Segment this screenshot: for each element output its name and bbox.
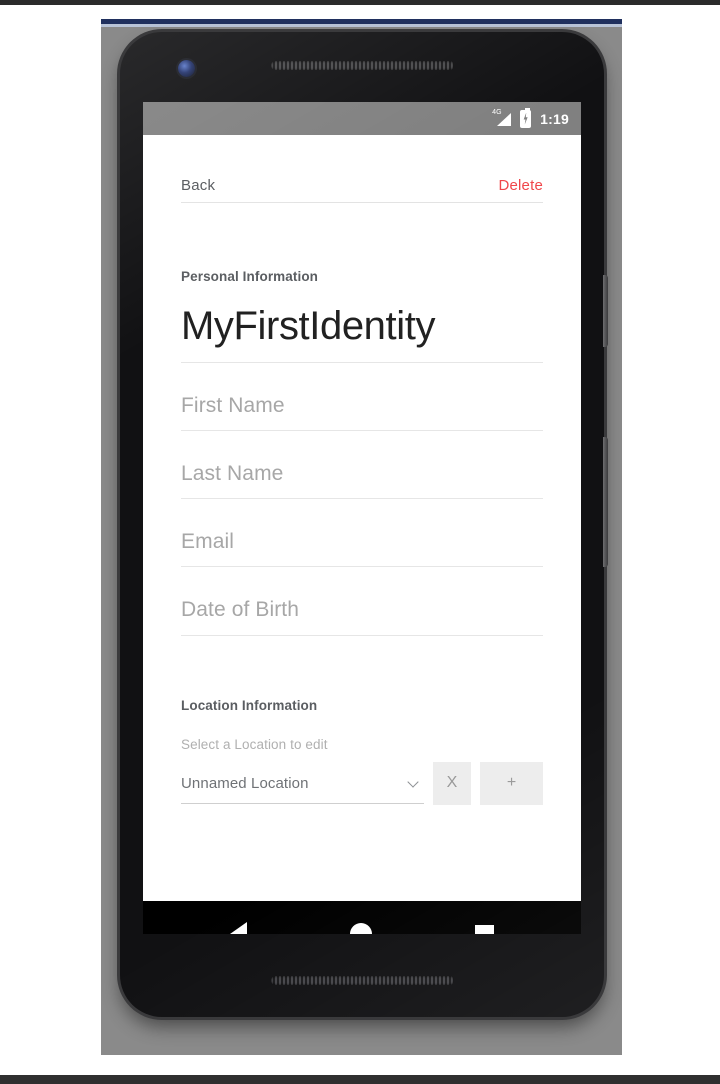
- delete-button[interactable]: Delete: [498, 177, 543, 194]
- add-location-button[interactable]: +: [480, 761, 543, 805]
- page-bottom-band: [0, 1075, 720, 1084]
- status-bar-icons: 4G 1:19: [492, 107, 569, 128]
- square-recents-icon[interactable]: [474, 924, 494, 934]
- first-name-placeholder: First Name: [181, 394, 285, 417]
- bottom-speaker-icon: [271, 976, 454, 985]
- location-help-text: Select a Location to edit: [181, 736, 328, 752]
- date-of-birth-placeholder: Date of Birth: [181, 598, 300, 622]
- battery-bolt: [523, 112, 528, 125]
- first-name-field[interactable]: First Name: [181, 394, 543, 432]
- back-button[interactable]: Back: [181, 177, 215, 194]
- front-camera-icon: [178, 60, 195, 77]
- android-nav-bar: [143, 901, 581, 934]
- triangle-back-icon[interactable]: [230, 922, 248, 934]
- circle-home-icon[interactable]: [349, 923, 372, 934]
- last-name-field[interactable]: Last Name: [181, 462, 543, 500]
- location-information-header: Location Information: [181, 697, 318, 713]
- location-picker-row: Unnamed Location X +: [181, 761, 543, 805]
- identity-name-title[interactable]: MyFirstIdentity: [181, 304, 543, 363]
- page-top-band: [0, 0, 720, 5]
- remove-location-button[interactable]: X: [433, 761, 471, 805]
- power-button[interactable]: [603, 275, 608, 347]
- signal-bars: [497, 113, 512, 126]
- email-placeholder: Email: [181, 530, 235, 554]
- volume-rocker[interactable]: [603, 437, 608, 567]
- app-content: Back Delete Personal Information MyFirst…: [143, 135, 581, 901]
- top-nav-bar: Back Delete: [181, 135, 543, 203]
- status-bar: 4G 1:19: [143, 102, 581, 135]
- phone-screen: 4G 1:19 Back Delete Personal Information…: [143, 102, 581, 934]
- signal-4g-icon: 4G: [492, 109, 512, 127]
- last-name-placeholder: Last Name: [181, 462, 284, 486]
- location-select-value: Unnamed Location: [181, 774, 309, 792]
- personal-information-header: Personal Information: [181, 269, 319, 284]
- phone-frame: 4G 1:19 Back Delete Personal Information…: [120, 32, 608, 1017]
- earpiece-speaker-icon: [271, 61, 454, 70]
- date-of-birth-field[interactable]: Date of Birth: [181, 598, 543, 636]
- email-field[interactable]: Email: [181, 530, 543, 568]
- chevron-down-icon: [409, 778, 420, 789]
- status-clock: 1:19: [540, 110, 569, 127]
- battery-charging-icon: [520, 107, 532, 128]
- backdrop-accent-line-secondary: [101, 24, 622, 27]
- location-select[interactable]: Unnamed Location: [181, 775, 424, 804]
